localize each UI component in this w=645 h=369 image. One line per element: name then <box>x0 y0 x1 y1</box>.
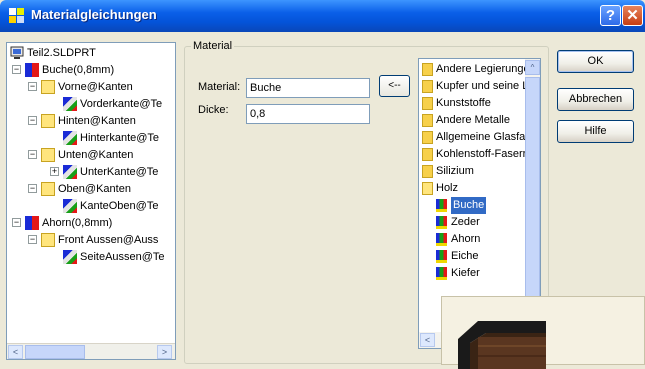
collapse-icon[interactable]: − <box>28 82 37 91</box>
folder-icon <box>41 80 55 94</box>
tree-node-label: Ahorn(0,8mm) <box>42 217 113 229</box>
ok-button[interactable]: OK <box>557 50 634 73</box>
material-preview <box>441 296 645 369</box>
material-list-item-label: Buche <box>451 197 487 214</box>
tree-node-label: KanteOben@Te <box>80 200 159 212</box>
collapse-icon[interactable]: − <box>28 235 37 244</box>
dicke-input[interactable]: 0,8 <box>246 104 370 124</box>
collapse-icon[interactable]: − <box>12 65 21 74</box>
assign-material-button[interactable]: <-- <box>379 75 410 97</box>
edge-icon <box>63 199 77 213</box>
material-list-item-label: Kupfer und seine L <box>436 80 529 92</box>
tree-node-label: Front Aussen@Auss <box>58 234 159 246</box>
scroll-left-arrow-icon[interactable]: < <box>420 333 435 347</box>
folder-icon <box>41 233 55 247</box>
scroll-thumb[interactable] <box>525 77 540 327</box>
material-list-item-label: Allgemeine Glasfas <box>436 131 531 143</box>
tree-node-label: Hinten@Kanten <box>58 115 136 127</box>
folder-icon <box>422 97 433 110</box>
title-bar: Materialgleichungen ? ✕ <box>0 0 645 32</box>
dicke-label: Dicke: <box>198 104 229 116</box>
part-file-icon <box>10 46 24 60</box>
expand-icon[interactable]: + <box>50 167 59 176</box>
tree-node-label: Hinterkante@Te <box>80 132 160 144</box>
edge-icon <box>63 97 77 111</box>
material-list-item-label: Kiefer <box>451 267 480 279</box>
cancel-button[interactable]: Abbrechen <box>557 88 634 111</box>
tree-node-label: Unten@Kanten <box>58 149 134 161</box>
scroll-left-arrow-icon[interactable]: < <box>8 345 23 359</box>
material-list-item-label: Andere Legierunge <box>436 63 530 75</box>
edge-icon <box>63 250 77 264</box>
folder-icon <box>422 114 433 127</box>
material-group-legend: Material <box>191 40 235 52</box>
collapse-icon[interactable]: − <box>28 116 37 125</box>
folder-icon <box>422 80 433 93</box>
close-button[interactable]: ✕ <box>622 5 643 26</box>
folder-icon <box>41 114 55 128</box>
material-list-item-label: Ahorn <box>451 233 481 245</box>
material-icon <box>436 199 447 212</box>
scroll-thumb[interactable] <box>25 345 85 359</box>
folder-icon <box>422 182 433 195</box>
folder-icon <box>41 182 55 196</box>
folder-icon <box>422 131 433 144</box>
tree-node-label: Vorderkante@Te <box>80 98 163 110</box>
tree-root-label: Teil2.SLDPRT <box>27 47 96 59</box>
app-icon <box>9 8 25 23</box>
feature-tree[interactable]: Teil2.SLDPRT − Buche(0,8mm) − Vorne@Kanten V… <box>6 42 176 360</box>
material-list-item-label: Kohlenstoff-Faserr <box>436 148 527 160</box>
material-icon <box>436 267 447 280</box>
collapse-icon[interactable]: − <box>12 218 21 227</box>
edge-icon <box>63 165 77 179</box>
material-list-item-label: Andere Metalle <box>436 114 510 126</box>
window-title: Materialgleichungen <box>31 7 157 22</box>
material-list-item-label: Silizium <box>436 165 474 177</box>
material-icon <box>436 216 447 229</box>
material-list-item-label: Kunststoffe <box>436 97 491 109</box>
material-icon <box>436 233 447 246</box>
part-icon <box>25 216 39 230</box>
tree-node-label: SeiteAussen@Te <box>80 251 165 263</box>
wood-sample-image <box>458 321 546 369</box>
tree-node-label: UnterKante@Te <box>80 166 159 178</box>
material-input[interactable]: Buche <box>246 78 370 98</box>
folder-icon <box>422 63 433 76</box>
material-list-item-label: Eiche <box>451 250 479 262</box>
part-icon <box>25 63 39 77</box>
material-list-item-label: Holz <box>436 182 459 194</box>
tree-horizontal-scrollbar[interactable]: < > <box>7 343 175 359</box>
scroll-right-arrow-icon[interactable]: > <box>157 345 172 359</box>
edge-icon <box>63 131 77 145</box>
collapse-icon[interactable]: − <box>28 184 37 193</box>
help-title-button[interactable]: ? <box>600 5 621 26</box>
material-list-item-label: Zeder <box>451 216 480 228</box>
folder-icon <box>41 148 55 162</box>
folder-icon <box>422 148 433 161</box>
collapse-icon[interactable]: − <box>28 150 37 159</box>
help-button[interactable]: Hilfe <box>557 120 634 143</box>
folder-icon <box>422 165 433 178</box>
material-label: Material: <box>198 81 241 93</box>
tree-node-label: Oben@Kanten <box>58 183 131 195</box>
tree-node-label: Buche(0,8mm) <box>42 64 115 76</box>
tree-node-label: Vorne@Kanten <box>58 81 133 93</box>
scroll-up-arrow-icon[interactable]: ^ <box>525 60 540 75</box>
material-icon <box>436 250 447 263</box>
